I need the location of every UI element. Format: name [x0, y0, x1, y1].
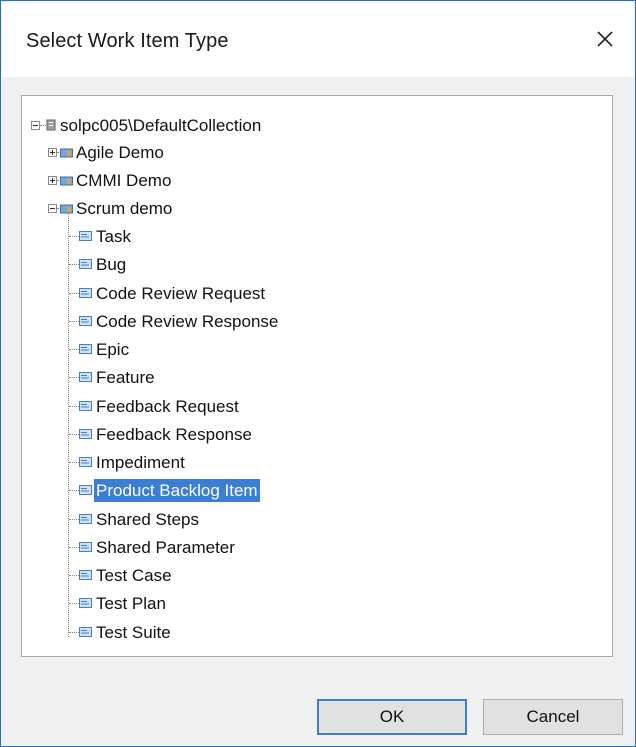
tree-node-work-item-type[interactable]: Feature [94, 365, 157, 389]
tree-node-work-item-type[interactable]: Feedback Request [94, 394, 241, 418]
work-item-type-icon [79, 542, 92, 552]
work-item-type-tree[interactable]: solpc005\DefaultCollection Agile Demo CM… [21, 95, 613, 657]
agile-demo-expand-toggle[interactable] [48, 148, 57, 157]
cmmi-demo-expand-toggle[interactable] [48, 176, 57, 185]
tree-node-project-label: Scrum demo [76, 198, 173, 218]
work-item-type-icon [79, 598, 92, 608]
root-collapse-toggle[interactable] [31, 121, 40, 130]
team-project-icon [60, 204, 73, 214]
tree-node-project[interactable]: CMMI Demo [74, 168, 173, 192]
tree-node-project-label: CMMI Demo [76, 170, 172, 190]
cancel-button[interactable]: Cancel [483, 699, 623, 735]
tree-node-project[interactable]: Scrum demo [74, 196, 174, 220]
work-item-type-icon [79, 344, 92, 354]
team-project-icon [60, 148, 73, 158]
tree-node-project[interactable]: Agile Demo [74, 140, 166, 164]
tree-node-work-item-type[interactable]: Test Case [94, 563, 174, 587]
work-item-type-label: Shared Steps [96, 509, 200, 529]
select-work-item-type-dialog: Select Work Item Type solpc005\DefaultCo… [0, 0, 636, 747]
work-item-type-icon [79, 259, 92, 269]
tree-node-work-item-type[interactable]: Shared Steps [94, 507, 201, 531]
work-item-type-label: Test Suite [96, 622, 171, 642]
collection-icon [46, 119, 56, 131]
work-item-type-label: Task [96, 226, 131, 246]
work-item-type-icon [79, 627, 92, 637]
work-item-type-label: Epic [96, 339, 130, 359]
tree-node-work-item-type[interactable]: Shared Parameter [94, 535, 237, 559]
work-item-type-label: Test Plan [96, 593, 166, 613]
close-button[interactable] [582, 16, 628, 62]
work-item-type-label: Feature [96, 367, 155, 387]
work-item-type-icon [79, 316, 92, 326]
work-item-type-label: Feedback Request [96, 396, 239, 416]
tree-node-work-item-type[interactable]: Impediment [94, 450, 187, 474]
work-item-type-label: Impediment [96, 452, 185, 472]
tree-node-work-item-type[interactable]: Bug [94, 252, 128, 276]
work-item-type-label: Product Backlog Item [94, 478, 260, 502]
work-item-type-label: Code Review Request [96, 283, 266, 303]
tree-node-root[interactable]: solpc005\DefaultCollection [58, 113, 263, 137]
ok-button[interactable]: OK [317, 699, 467, 735]
work-item-type-label: Code Review Response [96, 311, 279, 331]
work-item-type-label: Shared Parameter [96, 537, 235, 557]
tree-connector [68, 214, 69, 637]
work-item-type-label: Feedback Response [96, 424, 252, 444]
work-item-type-label: Bug [96, 254, 127, 274]
work-item-type-icon [79, 570, 92, 580]
tree-node-root-label: solpc005\DefaultCollection [60, 115, 262, 135]
work-item-type-icon [79, 401, 92, 411]
tree-node-work-item-type[interactable]: Code Review Response [94, 309, 280, 333]
work-item-type-icon [79, 288, 92, 298]
work-item-type-icon [79, 231, 92, 241]
work-item-type-icon [79, 485, 92, 495]
dialog-title: Select Work Item Type [26, 30, 229, 52]
tree-node-project-label: Agile Demo [76, 142, 164, 162]
work-item-type-icon [79, 457, 92, 467]
close-icon [597, 31, 613, 47]
scrum-demo-collapse-toggle[interactable] [48, 204, 57, 213]
tree-node-work-item-type[interactable]: Product Backlog Item [94, 478, 260, 502]
tree-node-work-item-type[interactable]: Test Plan [94, 591, 168, 615]
tree-node-work-item-type[interactable]: Feedback Response [94, 422, 254, 446]
tree-node-work-item-type[interactable]: Epic [94, 337, 131, 361]
work-item-type-label: Test Case [96, 565, 172, 585]
work-item-type-icon [79, 429, 92, 439]
team-project-icon [60, 176, 73, 186]
work-item-type-icon [79, 514, 92, 524]
work-item-type-icon [79, 372, 92, 382]
title-bar: Select Work Item Type [2, 2, 634, 77]
tree-node-work-item-type[interactable]: Task [94, 224, 133, 248]
tree-content: solpc005\DefaultCollection Agile Demo CM… [22, 96, 612, 656]
tree-node-work-item-type[interactable]: Test Suite [94, 620, 173, 644]
tree-node-work-item-type[interactable]: Code Review Request [94, 281, 267, 305]
